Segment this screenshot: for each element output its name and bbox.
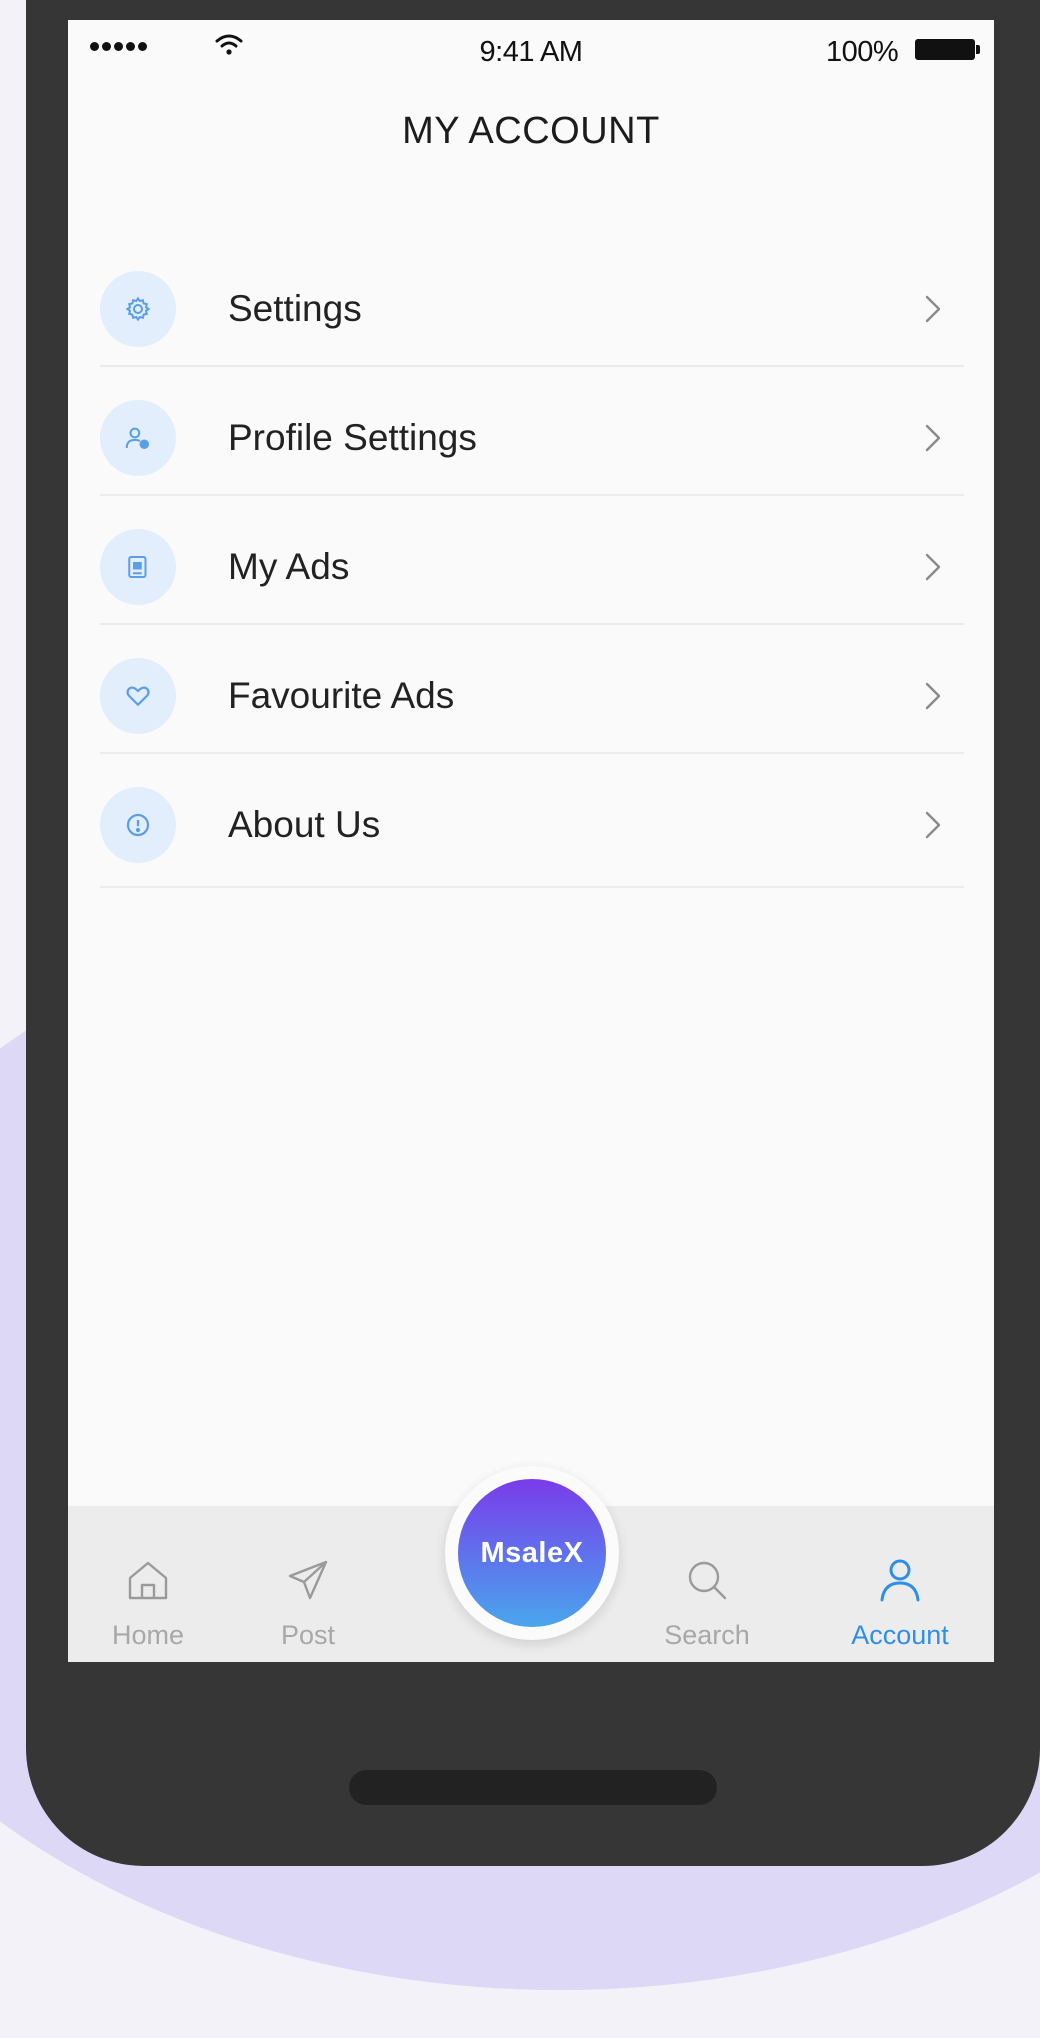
chevron-right-icon bbox=[925, 553, 941, 581]
battery-percentage: 100% bbox=[826, 36, 899, 68]
ads-icon bbox=[100, 529, 176, 605]
menu-item-favourite-ads[interactable]: Favourite Ads bbox=[100, 625, 964, 754]
chevron-right-icon bbox=[925, 811, 941, 839]
gear-icon bbox=[100, 271, 176, 347]
menu-item-label: Settings bbox=[228, 288, 362, 329]
battery-icon bbox=[915, 39, 975, 60]
menu-item-settings[interactable]: Settings bbox=[100, 238, 964, 367]
phone-screen: 9:41 AM 100% MY ACCOUNT Settings Profile… bbox=[68, 20, 994, 1662]
menu-item-about-us[interactable]: About Us bbox=[100, 754, 964, 888]
menu-item-label: My Ads bbox=[228, 546, 350, 587]
page: 9:41 AM 100% MY ACCOUNT Settings Profile… bbox=[0, 0, 1040, 2038]
home-icon bbox=[128, 1561, 168, 1600]
heart-icon bbox=[100, 658, 176, 734]
tab-search-label: Search bbox=[664, 1620, 750, 1650]
center-action-ring: MsaleX bbox=[445, 1466, 619, 1640]
home-indicator[interactable] bbox=[349, 1770, 717, 1805]
battery-tip bbox=[976, 45, 980, 54]
chevron-right-icon bbox=[925, 295, 941, 323]
tab-search[interactable]: Search bbox=[627, 1506, 787, 1662]
menu-item-my-ads[interactable]: My Ads bbox=[100, 496, 964, 625]
menu-item-profile-settings[interactable]: Profile Settings bbox=[100, 367, 964, 496]
page-title: MY ACCOUNT bbox=[402, 110, 660, 152]
status-bar: 9:41 AM 100% bbox=[68, 20, 994, 80]
tab-account-label: Account bbox=[851, 1620, 949, 1650]
account-menu: Settings Profile Settings My Ads Favouri… bbox=[100, 238, 964, 888]
tab-post-label: Post bbox=[280, 1620, 336, 1650]
user-settings-icon bbox=[100, 400, 176, 476]
msalex-logo-text: MsaleX bbox=[480, 1536, 584, 1569]
tab-post[interactable]: Post bbox=[228, 1506, 388, 1662]
user-icon bbox=[880, 1559, 920, 1602]
tab-home[interactable]: Home bbox=[68, 1506, 228, 1662]
menu-item-label: Profile Settings bbox=[228, 417, 477, 458]
tab-home-label: Home bbox=[111, 1620, 185, 1650]
chevron-right-icon bbox=[925, 682, 941, 710]
menu-item-label: Favourite Ads bbox=[228, 675, 455, 716]
chevron-right-icon bbox=[925, 424, 941, 452]
search-icon bbox=[688, 1561, 727, 1600]
info-icon bbox=[100, 787, 176, 863]
menu-item-label: About Us bbox=[228, 804, 381, 845]
msalex-center-button[interactable]: MsaleX bbox=[458, 1479, 606, 1627]
send-icon bbox=[288, 1560, 328, 1600]
tab-account[interactable]: Account bbox=[820, 1506, 980, 1662]
